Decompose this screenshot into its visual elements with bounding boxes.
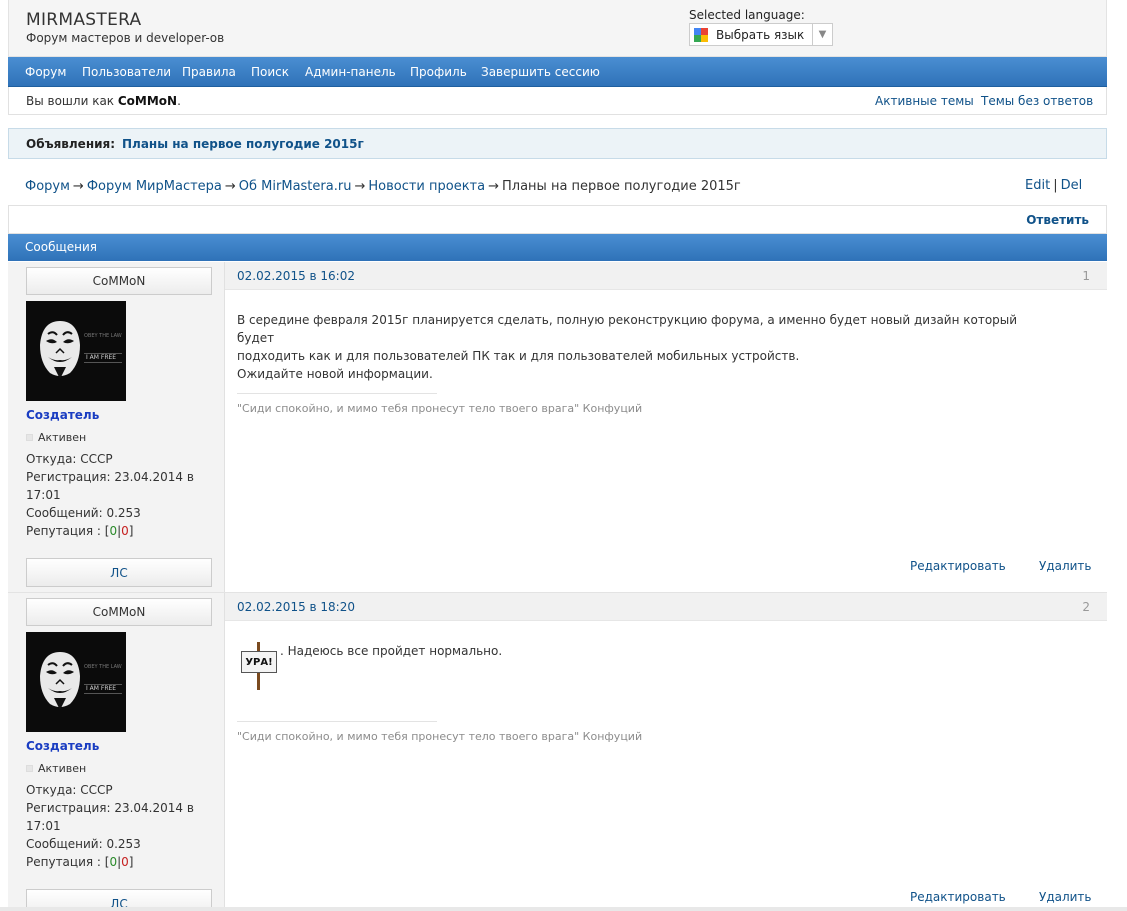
user-registered: Регистрация: 23.04.2014 в 17:01 [26, 470, 194, 502]
horizontal-scrollbar[interactable] [0, 907, 1127, 911]
post-header: 02.02.2015 в 18:20 2 [225, 593, 1107, 621]
post-body: 02.02.2015 в 16:02 1 В середине февраля … [225, 262, 1107, 592]
breadcrumb-about[interactable]: Об MirMastera.ru [239, 179, 352, 194]
announcement-link[interactable]: Планы на первое полугодие 2015г [122, 137, 364, 151]
reply-button[interactable]: Ответить [1026, 213, 1089, 227]
user-reputation: Репутация : [0|0] [26, 855, 134, 869]
site-header: MIRMASTERA Форум мастеров и developer-ов… [8, 0, 1107, 57]
breadcrumb-news[interactable]: Новости проекта [368, 179, 485, 194]
private-message-button[interactable]: ЛС [26, 558, 212, 587]
post-header: 02.02.2015 в 16:02 1 [225, 262, 1107, 290]
nav-rules[interactable]: Правила [182, 65, 236, 79]
post-delete-button[interactable]: Удалить [1039, 890, 1092, 904]
site-title[interactable]: MIRMASTERA [26, 10, 141, 30]
user-message-count: Сообщений: 0.253 [26, 506, 141, 520]
user-rank: Создатель [26, 739, 100, 753]
post-signature: "Сиди спокойно, и мимо тебя пронесут тел… [237, 402, 643, 415]
status-indicator-icon [26, 434, 33, 441]
post-date-link[interactable]: 02.02.2015 в 16:02 [237, 269, 355, 283]
announcement-label: Объявления: [26, 137, 116, 151]
announcement-bar: Объявления: Планы на первое полугодие 20… [8, 128, 1107, 159]
site-description: Форум мастеров и developer-ов [26, 31, 225, 45]
user-reputation: Репутация : [0|0] [26, 524, 134, 538]
topic-edit-delete: Edit | Del [1025, 178, 1083, 193]
user-from: Откуда: СССР [26, 452, 113, 466]
author-name-button[interactable]: CoMMoN [26, 267, 212, 295]
language-label: Selected language: [689, 8, 805, 22]
nav-users[interactable]: Пользователи [82, 65, 171, 79]
nav-profile[interactable]: Профиль [410, 65, 467, 79]
unanswered-topics-link[interactable]: Темы без ответов [981, 94, 1093, 108]
post-signature: "Сиди спокойно, и мимо тебя пронесут тел… [237, 730, 643, 743]
user-from: Откуда: СССР [26, 783, 113, 797]
user-message-count: Сообщений: 0.253 [26, 837, 141, 851]
messages-header: Сообщения [8, 234, 1107, 261]
user-status: Активен [26, 762, 86, 775]
rep-minus-link[interactable]: 0 [121, 524, 129, 538]
ura-smiley-icon: УРА! [241, 642, 277, 692]
post: CoMMoN OBEY THE LAW I AM FREE Создатель … [8, 593, 1107, 911]
user-registered: Регистрация: 23.04.2014 в 17:01 [26, 801, 194, 833]
post-body: 02.02.2015 в 18:20 2 УРА! . Надеюсь все … [225, 593, 1107, 911]
google-translate-icon [694, 27, 708, 42]
post-author-panel: CoMMoN OBEY THE LAW I AM FREE Создатель … [8, 593, 225, 911]
post-edit-button[interactable]: Редактировать [910, 890, 1006, 904]
avatar[interactable]: OBEY THE LAW I AM FREE [26, 632, 126, 732]
topic-edit-link[interactable]: Edit [1025, 178, 1050, 193]
topic-action-bar: Ответить [8, 205, 1107, 234]
language-select[interactable]: Выбрать язык ▼ [689, 23, 833, 46]
signature-divider [237, 721, 437, 722]
post: CoMMoN OBEY THE LAW I AM FREE Создатель … [8, 262, 1107, 593]
post-content: . Надеюсь все пройдет нормально. [280, 644, 503, 658]
post-author-panel: CoMMoN OBEY THE LAW I AM FREE Создатель … [8, 262, 225, 592]
post-content: В середине февраля 2015г планируется сде… [237, 313, 1018, 381]
breadcrumb-forum[interactable]: Форум [25, 179, 70, 194]
user-info: Откуда: СССР Регистрация: 23.04.2014 в 1… [26, 781, 211, 871]
user-info: Откуда: СССР Регистрация: 23.04.2014 в 1… [26, 450, 211, 540]
nav-logout[interactable]: Завершить сессию [481, 65, 600, 79]
breadcrumb-current: Планы на первое полугодие 2015г [502, 179, 741, 194]
nav-admin-panel[interactable]: Админ-панель [305, 65, 396, 79]
nav-forum[interactable]: Форум [25, 65, 66, 79]
active-topics-link[interactable]: Активные темы [875, 94, 974, 108]
post-delete-button[interactable]: Удалить [1039, 559, 1092, 573]
nav-search[interactable]: Поиск [251, 65, 289, 79]
svg-text:OBEY THE LAW: OBEY THE LAW [84, 664, 122, 670]
user-bar: Вы вошли как CoMMoN. Активные темы Темы … [8, 87, 1107, 115]
post-edit-button[interactable]: Редактировать [910, 559, 1006, 573]
post-number: 2 [1082, 600, 1090, 614]
signature-divider [237, 393, 437, 394]
svg-text:I AM FREE: I AM FREE [86, 685, 116, 692]
chevron-down-icon[interactable]: ▼ [812, 24, 832, 45]
logged-in-text: Вы вошли как CoMMoN. [26, 94, 181, 108]
status-indicator-icon [26, 765, 33, 772]
rep-plus-link[interactable]: 0 [109, 524, 117, 538]
breadcrumb: Форум → Форум МирМастера → Об MirMastera.ru →… [25, 179, 741, 194]
current-username[interactable]: CoMMoN [118, 94, 177, 108]
post-number: 1 [1082, 269, 1090, 283]
main-navbar: Форум Пользователи Правила Поиск Админ-п… [8, 57, 1107, 87]
topic-delete-link[interactable]: Del [1061, 178, 1083, 193]
user-status: Активен [26, 431, 86, 444]
breadcrumb-mirmastera-forum[interactable]: Форум МирМастера [87, 179, 222, 194]
svg-text:OBEY THE LAW: OBEY THE LAW [84, 333, 122, 339]
language-select-value: Выбрать язык [716, 27, 805, 42]
messages-header-label: Сообщения [25, 240, 98, 254]
author-name-button[interactable]: CoMMoN [26, 598, 212, 626]
avatar[interactable]: OBEY THE LAW I AM FREE [26, 301, 126, 401]
rep-minus-link[interactable]: 0 [121, 855, 129, 869]
svg-text:I AM FREE: I AM FREE [86, 354, 116, 361]
post-date-link[interactable]: 02.02.2015 в 18:20 [237, 600, 355, 614]
rep-plus-link[interactable]: 0 [109, 855, 117, 869]
user-rank: Создатель [26, 408, 100, 422]
